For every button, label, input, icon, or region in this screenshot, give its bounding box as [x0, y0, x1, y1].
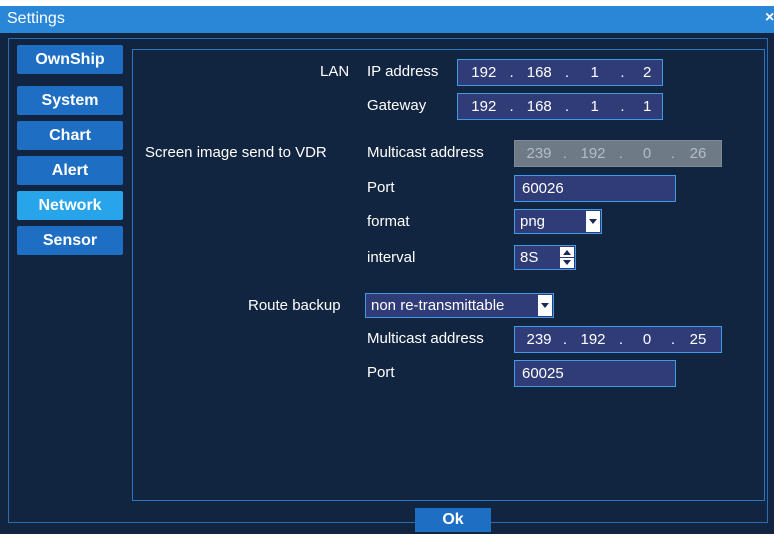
format-select[interactable]: png [514, 209, 602, 234]
nav-sensor[interactable]: Sensor [17, 226, 123, 255]
ip-octet[interactable]: 2 [632, 64, 662, 81]
chevron-down-icon[interactable] [586, 211, 600, 232]
multicast-octet[interactable]: 192 [575, 331, 611, 348]
route-port-field[interactable]: 60025 [514, 360, 676, 387]
dot: . [620, 64, 625, 81]
multicast-octet: 239 [526, 145, 552, 162]
close-icon[interactable]: × [765, 9, 774, 27]
nav-alert[interactable]: Alert [17, 156, 123, 185]
gateway-octet[interactable]: 1 [632, 98, 662, 115]
dot: . [509, 98, 514, 115]
interval-label: interval [367, 249, 416, 266]
dot: . [670, 145, 676, 162]
route-backup-label: Route backup [248, 297, 341, 314]
format-label: format [367, 213, 410, 230]
vdr-port-value: 60026 [522, 180, 564, 197]
spin-down-icon[interactable] [560, 258, 574, 268]
multicast-octet[interactable]: 0 [631, 331, 663, 348]
vdr-port-field[interactable]: 60026 [514, 175, 676, 202]
chevron-down-icon[interactable] [538, 295, 552, 316]
interval-value: 8S [520, 249, 539, 266]
ip-octet[interactable]: 1 [577, 64, 613, 81]
nav-network[interactable]: Network [17, 191, 123, 220]
multicast-octet: 26 [689, 145, 707, 162]
gateway-octet[interactable]: 1 [577, 98, 613, 115]
spin-up-icon[interactable] [560, 247, 574, 257]
route-backup-select[interactable]: non re-transmittable [365, 293, 554, 318]
route-port-value: 60025 [522, 365, 564, 382]
window-title: Settings [7, 10, 65, 27]
dot: . [618, 331, 624, 348]
ok-button[interactable]: Ok [415, 508, 491, 532]
network-panel [132, 49, 765, 501]
gateway-octet[interactable]: 192 [466, 98, 502, 115]
dot: . [562, 145, 568, 162]
nav-ownship[interactable]: OwnShip [17, 45, 123, 74]
gateway-label: Gateway [367, 97, 427, 114]
lan-label: LAN [320, 63, 350, 80]
route-multicast-label: Multicast address [367, 330, 484, 347]
ip-address-label: IP address [367, 63, 439, 80]
gateway-octet[interactable]: 168 [521, 98, 557, 115]
format-value: png [520, 213, 546, 230]
gateway-field[interactable]: 192. 168. 1. 1 [457, 93, 663, 120]
vdr-label: Screen image send to VDR [145, 144, 327, 161]
settings-window: Settings × OwnShip System Chart Alert Ne… [0, 6, 774, 534]
dot: . [564, 64, 570, 81]
ip-octet[interactable]: 168 [521, 64, 557, 81]
vdr-multicast-label: Multicast address [367, 144, 484, 161]
interval-stepper[interactable]: 8S [514, 245, 576, 270]
route-backup-value: non re-transmittable [371, 297, 505, 314]
dot: . [562, 331, 568, 348]
route-port-label: Port [367, 364, 395, 381]
nav-system[interactable]: System [17, 86, 123, 115]
nav-chart[interactable]: Chart [17, 121, 123, 150]
multicast-octet[interactable]: 25 [683, 331, 713, 348]
vdr-multicast-field: 239. 192. 0. 26 [514, 140, 722, 167]
ip-address-field[interactable]: 192. 168. 1. 2 [457, 59, 663, 86]
dot: . [620, 98, 625, 115]
dot: . [618, 145, 624, 162]
multicast-octet[interactable]: 239 [523, 331, 555, 348]
dot: . [564, 98, 570, 115]
dot: . [509, 64, 514, 81]
multicast-octet: 192 [580, 145, 606, 162]
multicast-octet: 0 [642, 145, 652, 162]
vdr-port-label: Port [367, 179, 395, 196]
route-multicast-field[interactable]: 239. 192. 0. 25 [514, 326, 722, 353]
ip-octet[interactable]: 192 [466, 64, 502, 81]
dot: . [670, 331, 676, 348]
title-bar: Settings × [0, 6, 774, 33]
